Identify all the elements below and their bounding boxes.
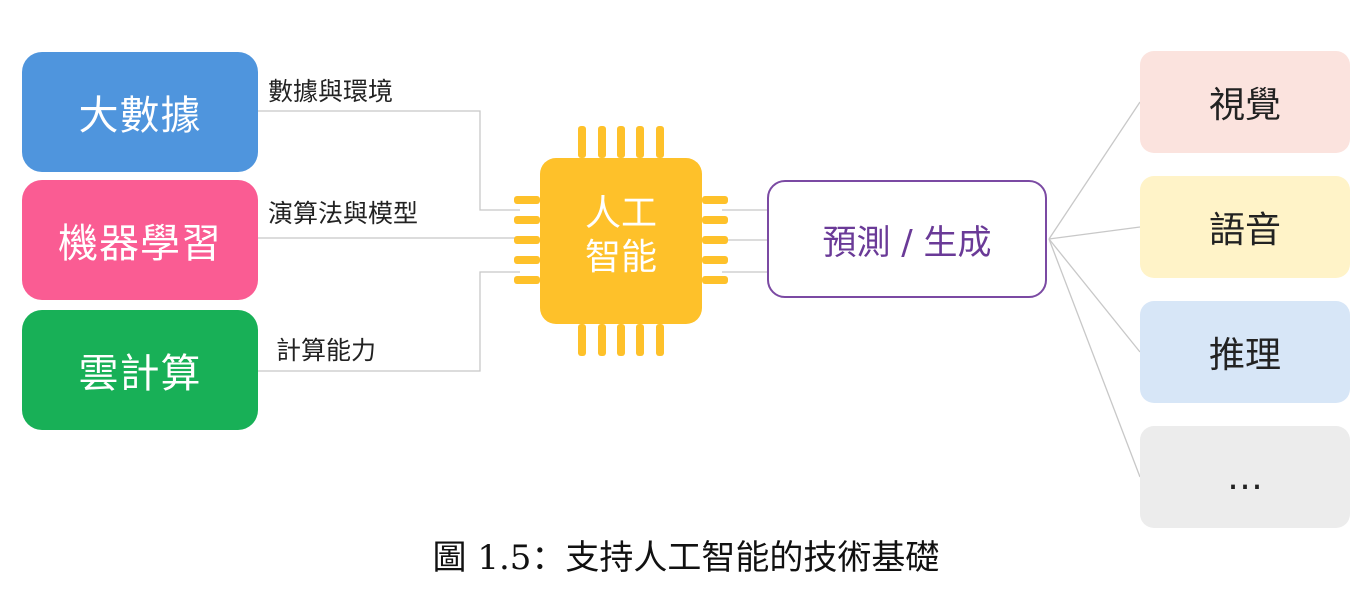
output-more: … — [1140, 426, 1350, 528]
chip-pin — [636, 126, 644, 158]
chip-pin — [514, 236, 540, 244]
chip-pin — [617, 324, 625, 356]
source-machine-learning: 機器學習 — [22, 180, 258, 300]
chip-pin — [598, 126, 606, 158]
output-reasoning: 推理 — [1140, 301, 1350, 403]
edge-label-algorithms-models: 演算法與模型 — [268, 199, 419, 228]
edge-label-data-environment: 數據與環境 — [268, 77, 394, 106]
connector-out-reason — [1048, 238, 1141, 353]
connector-out-more — [1048, 238, 1141, 478]
chip-pin — [702, 276, 728, 284]
chip-pin — [636, 324, 644, 356]
chip-pin — [578, 126, 586, 158]
chip-pin — [578, 324, 586, 356]
chip-pin — [617, 126, 625, 158]
chip-pin — [702, 256, 728, 264]
figure-caption: 圖 1.5：支持人工智能的技術基礎 — [432, 538, 940, 578]
chip-pin — [598, 324, 606, 356]
output-speech: 語音 — [1140, 176, 1350, 278]
connector-out-speech — [1048, 226, 1141, 240]
source-cloud-computing: 雲計算 — [22, 310, 258, 430]
source-big-data: 大數據 — [22, 52, 258, 172]
chip-pin — [514, 216, 540, 224]
chip-pin — [702, 216, 728, 224]
diagram: 大數據 機器學習 雲計算 數據與環境 演算法與模型 計算能力 人工 智能 預測 — [0, 0, 1372, 600]
chip-pin — [702, 236, 728, 244]
chip-pin — [702, 196, 728, 204]
output-vision: 視覺 — [1140, 51, 1350, 153]
connector-out-vision — [1048, 101, 1141, 240]
chip-pin — [514, 276, 540, 284]
core-ai-label: 人工 智能 — [540, 192, 702, 280]
edge-label-computing-power: 計算能力 — [276, 336, 377, 365]
chip-pin — [514, 256, 540, 264]
prediction-generation-box: 預測 / 生成 — [767, 180, 1047, 298]
chip-pin — [514, 196, 540, 204]
chip-pin — [656, 324, 664, 356]
chip-pin — [656, 126, 664, 158]
core-ai-line2: 智能 — [584, 237, 657, 278]
core-ai-line1: 人工 — [584, 193, 657, 234]
